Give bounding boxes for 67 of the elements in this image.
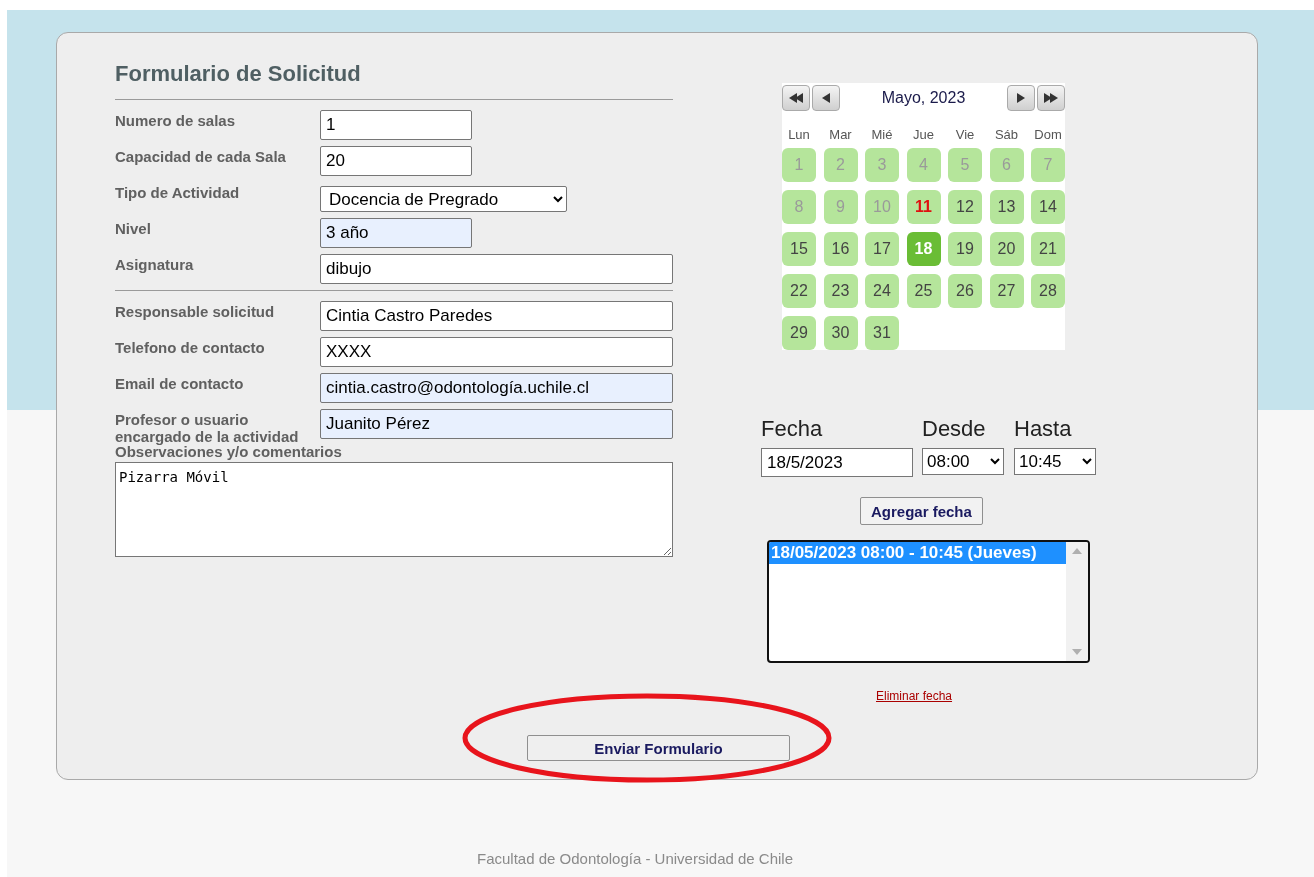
scroll-down-icon [1072, 649, 1082, 655]
field-label: Nivel [115, 219, 152, 237]
calendar-day[interactable]: 19 [948, 232, 982, 266]
calendar-day[interactable]: 26 [948, 274, 982, 308]
calendar-day[interactable]: 14 [1031, 190, 1065, 224]
field-label: Responsable solicitud [115, 302, 276, 320]
previous-month-button[interactable] [812, 85, 840, 111]
weekday-label: Sáb [994, 127, 1019, 142]
add-date-button[interactable]: Agregar fecha [860, 497, 983, 525]
calendar-day[interactable]: 28 [1031, 274, 1065, 308]
calendar-day[interactable]: 25 [906, 274, 941, 308]
weekday-label: Lun [788, 127, 810, 142]
double-right-icon [1044, 93, 1058, 103]
from-time-dropdown[interactable]: 08:00 [922, 448, 1004, 475]
weekday-label: Dom [1034, 127, 1062, 142]
activity-dropdown[interactable]: Docencia de Pregrado [320, 186, 567, 212]
calendar-day[interactable]: 21 [1031, 232, 1065, 266]
footer-text: Facultad de Odontología - Universidad de Chile [477, 850, 794, 867]
calendar-day[interactable]: 24 [865, 274, 899, 308]
text-field[interactable]: 20 [320, 146, 472, 176]
calendar-day[interactable]: 29 [782, 316, 816, 350]
scroll-up-icon [1072, 548, 1082, 554]
next-year-button[interactable] [1037, 85, 1065, 111]
remove-date-link[interactable]: Eliminar fecha [876, 689, 953, 703]
calendar-day[interactable]: 16 [823, 232, 858, 266]
comments-field[interactable]: Pizarra Móvil [115, 462, 673, 557]
from-label: Desde [922, 416, 987, 442]
weekday-label: Mar [829, 127, 852, 142]
field-label: Telefono de contacto [115, 338, 266, 356]
calendar-day[interactable]: 31 [865, 316, 899, 350]
field-label: Email de contacto [115, 374, 245, 392]
text-field[interactable]: Cintia Castro Paredes [320, 301, 673, 331]
field-label: Profesor o usuario encargado de la actividad [115, 410, 299, 445]
next-month-button[interactable] [1007, 85, 1035, 111]
text-field[interactable]: 1 [320, 110, 472, 140]
right-icon [1017, 93, 1025, 103]
field-label: Tipo de Actividad [115, 183, 241, 201]
weekday-label: Mié [871, 127, 893, 142]
calendar-month: Mayo, 2023 [880, 89, 967, 107]
to-label: Hasta [1014, 416, 1073, 442]
text-field[interactable]: XXXX [320, 337, 673, 367]
calendar-day[interactable]: 12 [948, 190, 982, 224]
previous-year-button[interactable] [782, 85, 810, 111]
field-label: Asignatura [115, 255, 195, 273]
calendar-day[interactable]: 30 [823, 316, 858, 350]
form-title: Formulario de Solicitud [115, 61, 362, 87]
submit-button[interactable]: Enviar Formulario [527, 735, 790, 761]
calendar-day[interactable]: 17 [865, 232, 899, 266]
calendar-day[interactable]: 22 [782, 274, 816, 308]
text-field[interactable]: dibujo [320, 254, 673, 284]
date-label: Fecha [761, 416, 824, 442]
calendar-day[interactable]: 13 [989, 190, 1024, 224]
to-time-dropdown[interactable]: 10:45 [1014, 448, 1096, 475]
calendar-day[interactable]: 15 [782, 232, 816, 266]
calendar-day[interactable]: 27 [989, 274, 1024, 308]
double-left-icon [789, 93, 803, 103]
calendar-day[interactable]: 23 [823, 274, 858, 308]
date-field[interactable]: 18/5/2023 [761, 448, 913, 477]
calendar-day[interactable]: 20 [989, 232, 1024, 266]
left-icon [822, 93, 830, 103]
text-field[interactable]: Juanito Pérez [320, 409, 673, 439]
field-label: Numero de salas [115, 111, 237, 129]
weekday-label: Jue [913, 127, 934, 142]
field-label: Capacidad de cada Sala [115, 147, 287, 165]
text-field[interactable]: cintia.castro@odontología.uchile.cl [320, 373, 673, 403]
text-field[interactable]: 3 año [320, 218, 472, 248]
weekday-label: Vie [955, 127, 975, 142]
